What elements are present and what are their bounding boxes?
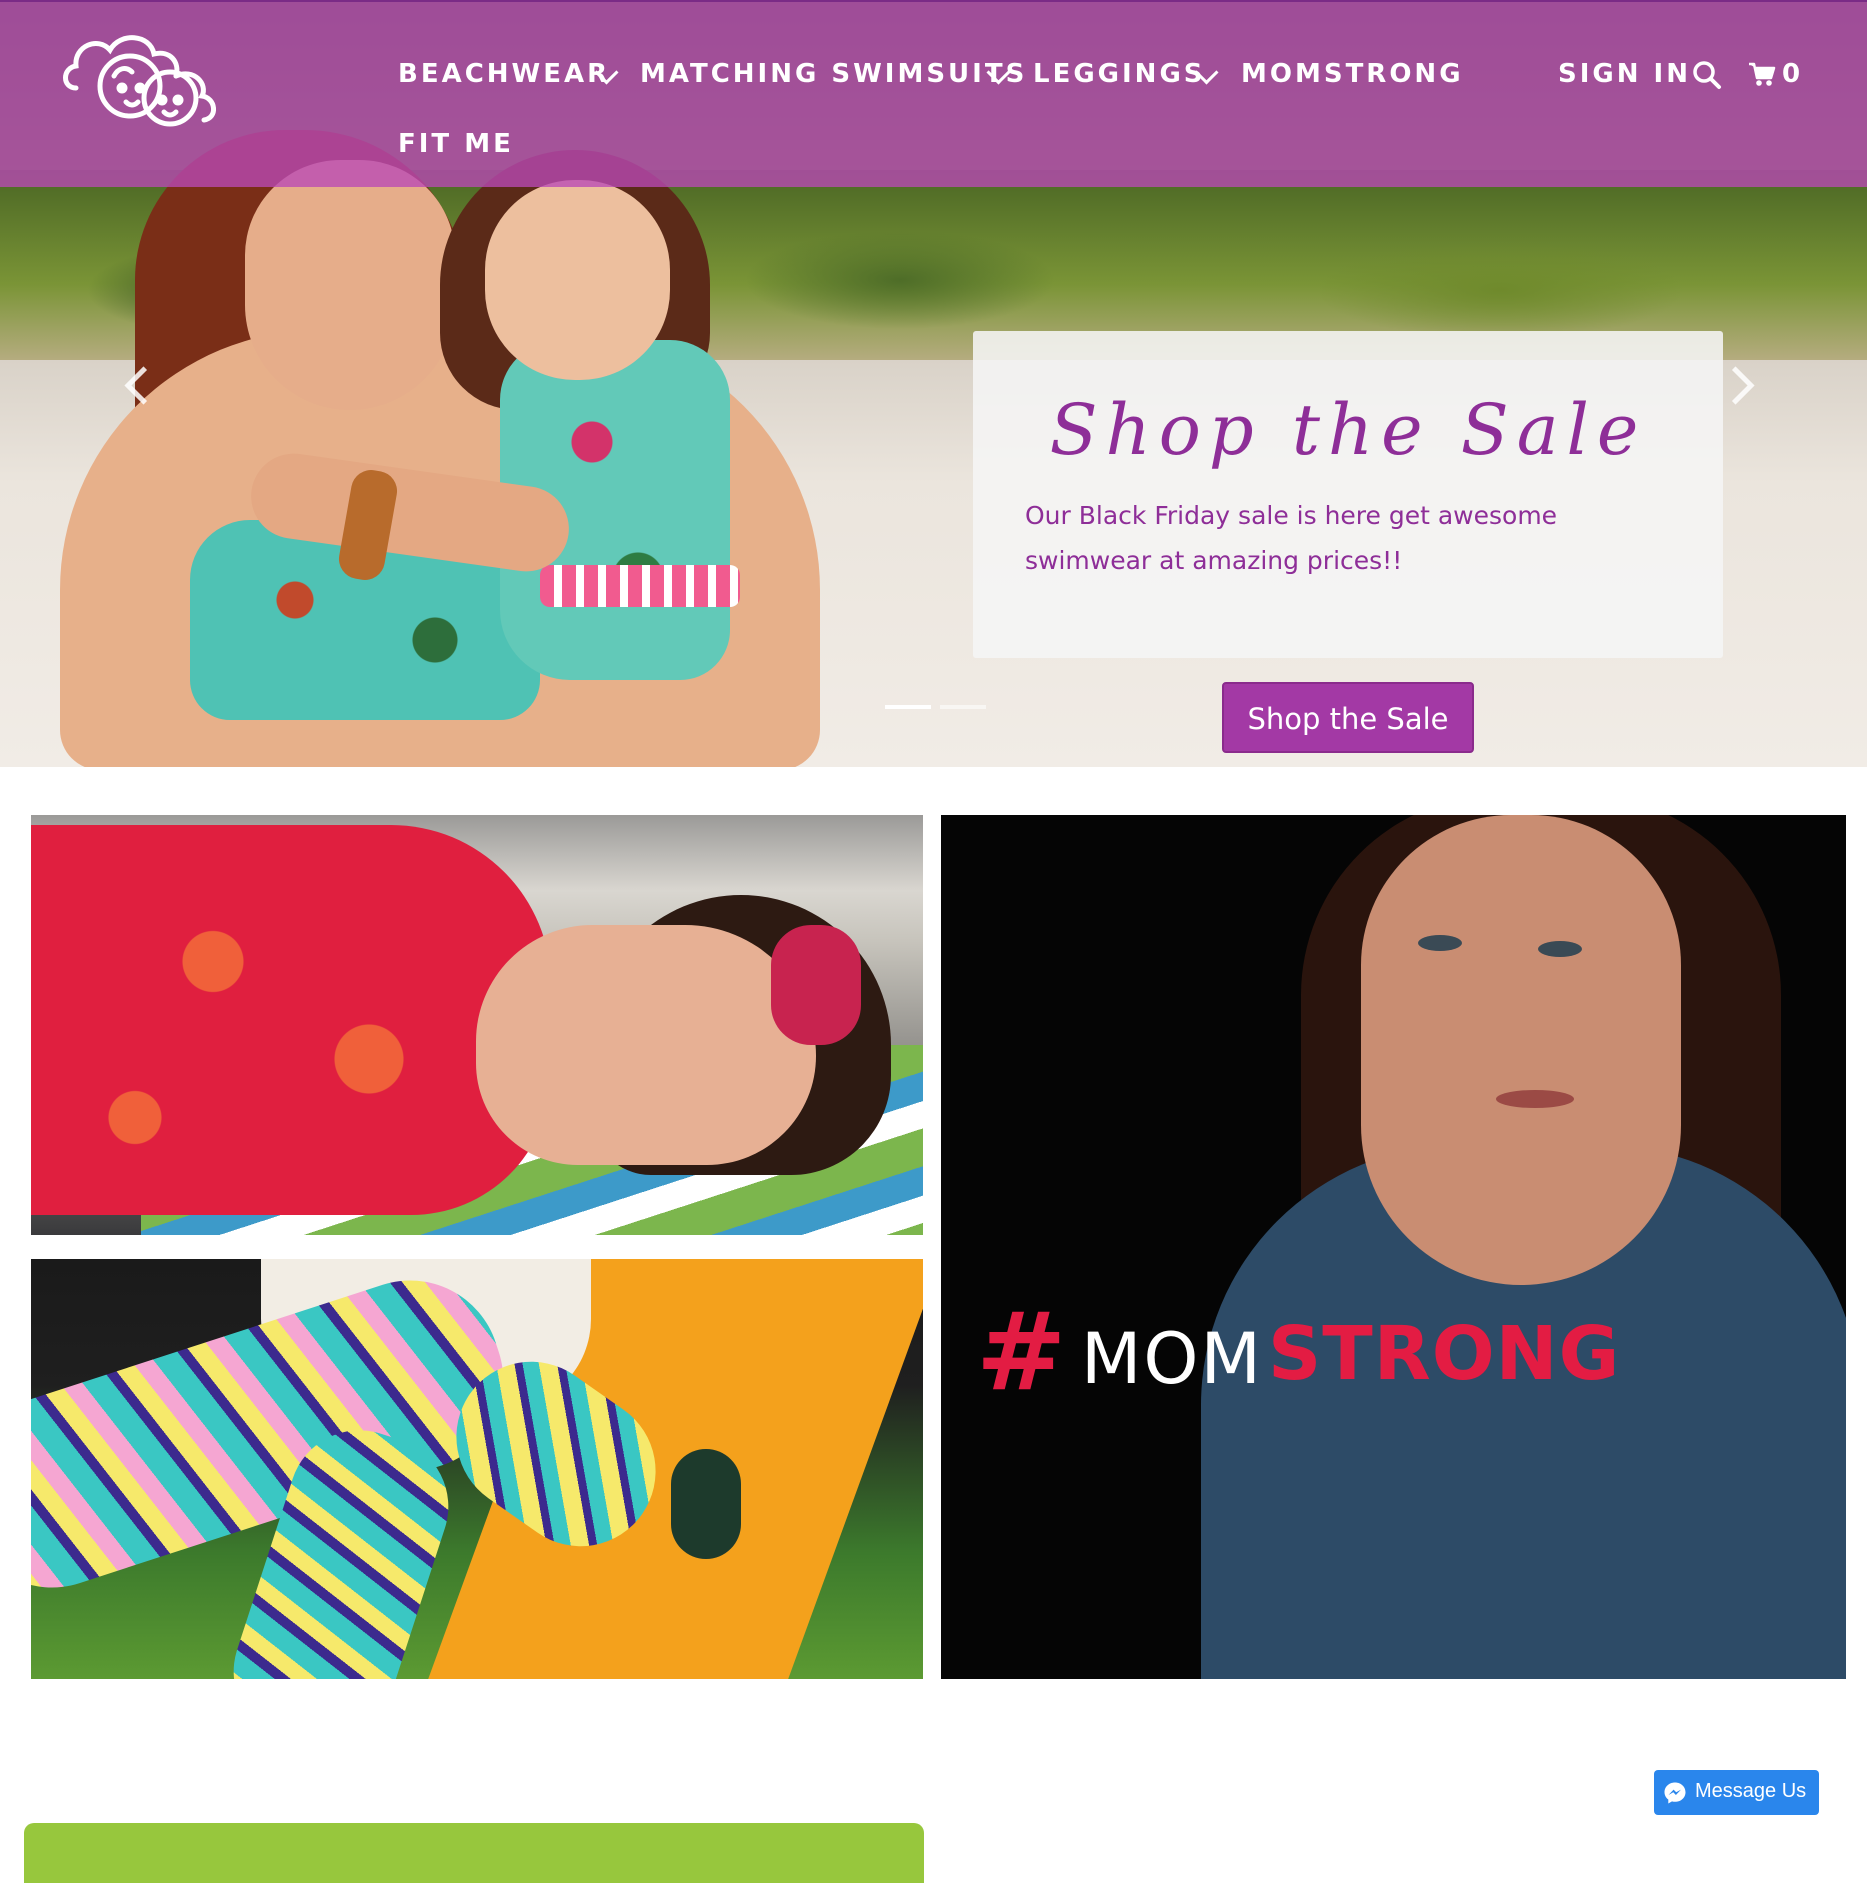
- cart-icon[interactable]: [1748, 60, 1776, 88]
- tile-woman-face: [1361, 815, 1681, 1285]
- hero-slider: BEACHWEAR MATCHING SWIMSUITS LEGGINGS MO…: [0, 0, 1867, 767]
- promo-tile-swimwear[interactable]: [31, 815, 923, 1235]
- tile-woman-lips: [1496, 1090, 1574, 1108]
- slide-description: Our Black Friday sale is here get awesom…: [1025, 501, 1558, 575]
- hero-mother-face: [245, 160, 455, 410]
- site-header: BEACHWEAR MATCHING SWIMSUITS LEGGINGS MO…: [0, 0, 1867, 187]
- slider-dot[interactable]: [940, 705, 986, 709]
- tile-girl-face: [476, 925, 816, 1165]
- message-us-button[interactable]: Message Us: [1654, 1770, 1819, 1815]
- tile-climbing-grip: [671, 1449, 741, 1559]
- slide-caption-box: Shop the Sale Our Black Friday sale is h…: [973, 331, 1723, 658]
- nav-leggings[interactable]: LEGGINGS: [1033, 59, 1206, 89]
- tile-girl-bow: [771, 925, 861, 1045]
- promo-tile-leggings[interactable]: [31, 1259, 923, 1679]
- nav-matching-swimsuits[interactable]: MATCHING SWIMSUITS: [640, 59, 1027, 89]
- hero-child-ruffle: [540, 565, 740, 607]
- messenger-icon: [1664, 1782, 1686, 1804]
- shop-the-sale-button[interactable]: Shop the Sale: [1222, 682, 1474, 753]
- promo-tile-momstrong[interactable]: # MOM STRONG: [941, 815, 1846, 1679]
- momstrong-strong: STRONG: [1268, 1311, 1621, 1397]
- logo-icon[interactable]: [58, 28, 224, 128]
- hero-child-face: [485, 180, 670, 380]
- momstrong-mom: MOM: [1081, 1318, 1263, 1400]
- nav-fit-me[interactable]: FIT ME: [398, 129, 514, 159]
- tile-woman-eye: [1418, 935, 1462, 951]
- slide-title: Shop the Sale: [1049, 389, 1647, 471]
- momstrong-hash: #: [976, 1290, 1067, 1415]
- sign-in-link[interactable]: SIGN IN: [1558, 59, 1691, 89]
- tile-woman-eye: [1538, 941, 1582, 957]
- nav-momstrong[interactable]: MOMSTRONG: [1241, 59, 1464, 89]
- tile-girl-swimsuit: [31, 825, 551, 1215]
- promo-banner-green[interactable]: [24, 1823, 924, 1883]
- message-us-label: Message Us: [1695, 1780, 1807, 1802]
- cart-count[interactable]: 0: [1782, 59, 1800, 89]
- slider-dot-active[interactable]: [885, 705, 931, 709]
- nav-beachwear[interactable]: BEACHWEAR: [398, 59, 610, 89]
- search-icon[interactable]: [1692, 60, 1722, 90]
